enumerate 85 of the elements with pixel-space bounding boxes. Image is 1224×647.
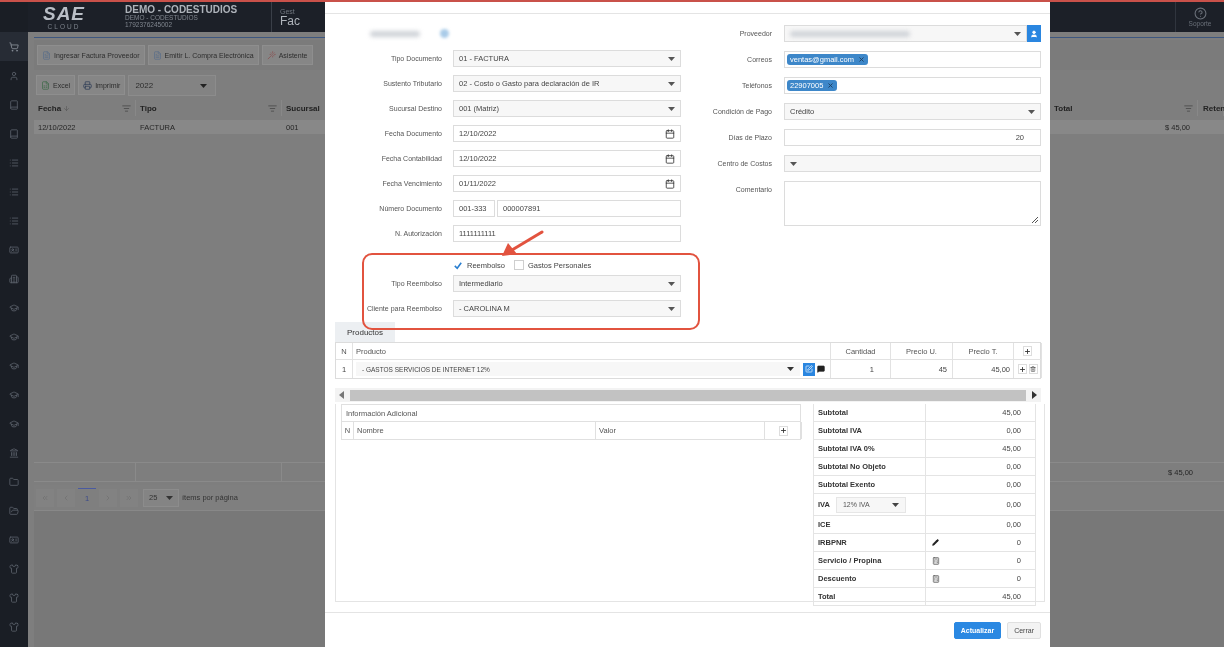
plus-icon: [1018, 365, 1026, 373]
edit-icon: [805, 365, 813, 373]
filter-icon[interactable]: [1184, 103, 1193, 113]
company-name: DEMO - CODESTUDIOS: [125, 4, 239, 15]
edit-button[interactable]: [803, 362, 815, 376]
checkbox[interactable]: [453, 260, 463, 270]
list-icon: [9, 157, 19, 168]
redacted-icon: [440, 29, 449, 38]
filter-icon[interactable]: [122, 103, 131, 113]
comment-icon[interactable]: [817, 365, 825, 373]
calendar-icon: [665, 128, 675, 139]
resize-handle-icon: [1031, 216, 1038, 223]
document-icon: [152, 50, 162, 60]
list-icon: [9, 215, 19, 226]
remove-icon[interactable]: [857, 56, 865, 63]
book-icon: [9, 99, 19, 110]
caret-icon: [1028, 109, 1035, 114]
select-field[interactable]: [784, 155, 1041, 172]
calculator-icon[interactable]: [932, 556, 940, 565]
year-select[interactable]: 2022: [128, 75, 217, 96]
delete-button[interactable]: [1028, 364, 1038, 374]
book-icon: [9, 128, 19, 139]
graduation-cap-icon: [9, 331, 19, 342]
add-button[interactable]: [1017, 364, 1027, 374]
caret-icon: [790, 161, 797, 166]
column-header[interactable]: Tipo: [140, 103, 157, 113]
column-header[interactable]: Sucursal: [286, 103, 320, 113]
plus-icon: [1024, 347, 1031, 355]
column-header[interactable]: Fecha: [38, 103, 71, 113]
filter-icon[interactable]: [268, 103, 277, 113]
sort-arrow-icon: [63, 104, 71, 112]
sidebar-item[interactable]: [0, 32, 28, 61]
page-title: Fac: [280, 14, 300, 27]
caret-icon: [1014, 31, 1021, 36]
caret-icon: [668, 281, 675, 286]
graduation-cap-icon: [9, 418, 19, 429]
caret-icon: [787, 367, 794, 371]
list-icon: [9, 186, 19, 197]
trash-icon: [1030, 366, 1036, 372]
wand-icon: [266, 50, 276, 60]
add-button[interactable]: [1023, 346, 1032, 356]
caret-icon: [668, 56, 675, 61]
bank-icon: [9, 447, 19, 458]
caret-icon: [891, 502, 899, 507]
add-button[interactable]: [778, 425, 788, 436]
id-card-icon: [9, 534, 19, 545]
user-icon: [9, 70, 19, 81]
caret-icon: [200, 83, 208, 88]
column-header[interactable]: Reten: [1203, 103, 1224, 113]
caret-right-icon[interactable]: [1030, 391, 1038, 399]
remove-icon[interactable]: [827, 82, 835, 89]
folder-icon: [9, 476, 19, 487]
calendar-icon: [665, 153, 675, 164]
document-icon: [42, 50, 51, 60]
redacted-label: [370, 30, 420, 37]
caret-icon: [668, 81, 675, 86]
caret-icon: [668, 106, 675, 111]
column-header[interactable]: Total: [1054, 103, 1073, 113]
plus-icon: [779, 427, 787, 434]
comment-field[interactable]: [784, 181, 1041, 226]
help-icon: [1193, 7, 1207, 20]
user-button[interactable]: [1027, 25, 1041, 42]
shirt-icon: [9, 592, 19, 603]
select-field[interactable]: [784, 25, 1027, 42]
scrollbar-thumb[interactable]: [350, 389, 1026, 401]
spreadsheet-icon: [41, 80, 50, 90]
graduation-cap-icon: [9, 302, 19, 313]
folder-icon: [9, 505, 19, 516]
caret-icon: [668, 306, 675, 311]
shirt-icon: [9, 621, 19, 632]
graduation-cap-icon: [9, 389, 19, 400]
caret-icon: [166, 495, 173, 500]
caret-left-icon[interactable]: [338, 391, 346, 399]
logo-text: SAE: [42, 3, 86, 23]
graduation-cap-icon: [9, 360, 19, 371]
calendar-icon: [665, 178, 675, 189]
calculator-icon[interactable]: [932, 574, 940, 583]
shirt-icon: [9, 563, 19, 574]
building-icon: [9, 273, 19, 284]
id-card-icon: [9, 244, 19, 255]
cart-icon: [9, 41, 19, 52]
printer-icon: [83, 80, 93, 90]
pencil-icon[interactable]: [932, 539, 939, 546]
tab[interactable]: Productos: [335, 322, 395, 342]
user-icon: [1030, 29, 1038, 38]
